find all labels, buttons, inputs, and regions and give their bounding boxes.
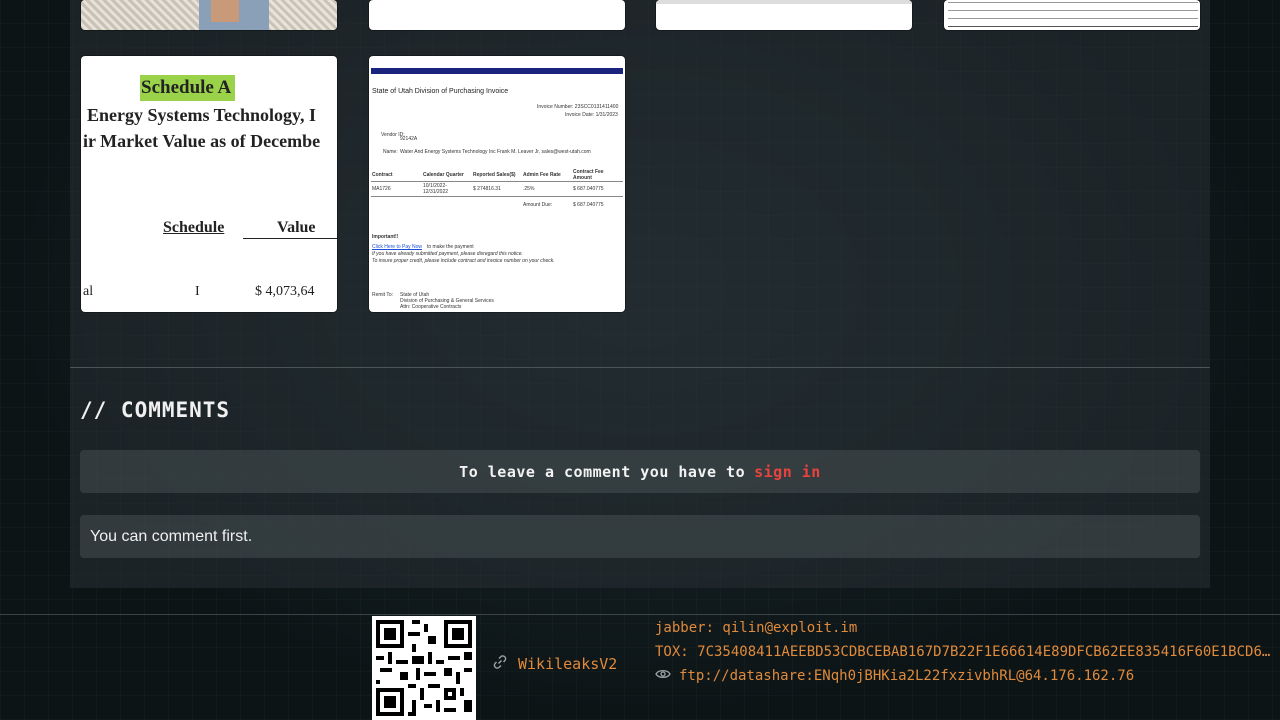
thumbnail-financial-statement[interactable]: [944, 0, 1200, 30]
schedule-row-value: $ 4,073,64: [255, 284, 315, 299]
invoice-note-1: If you have already submitted payment, p…: [372, 251, 523, 257]
ftp-contact[interactable]: ftp://datashare:ENqh0jBHKia2L22fxzivbhRL…: [655, 668, 1134, 684]
thumbnail-document[interactable]: [656, 0, 912, 30]
signin-prefix: To leave a comment you have to: [459, 462, 746, 481]
schedule-heading: Schedule A: [141, 77, 232, 98]
thumbnail-photo[interactable]: [81, 0, 337, 30]
jabber-contact[interactable]: jabber: qilin@exploit.im: [655, 620, 857, 636]
thumbnail-document[interactable]: [369, 0, 625, 30]
invoice-th-fee: Contract Fee Amount: [573, 169, 604, 181]
empty-comments-notice: You can comment first.: [80, 515, 1200, 558]
invoice-th-quarter: Calendar Quarter: [423, 172, 464, 178]
section-divider: [70, 367, 1210, 368]
invoice-remit-3: Attn: Cooperative Contracts: [400, 304, 462, 310]
signin-link[interactable]: sign in: [754, 463, 821, 481]
comments-title: // COMMENTS: [80, 398, 231, 422]
invoice-important: Important!!: [372, 234, 399, 240]
invoice-amount-due: $ 687.040775: [573, 202, 604, 208]
invoice-header-bar: [371, 68, 623, 74]
footer-divider: [0, 614, 1280, 615]
schedule-col-value: Value: [277, 219, 316, 236]
schedule-line-1: Energy Systems Technology, I: [87, 105, 317, 125]
invoice-sales: $ 274816.31: [473, 186, 501, 192]
ftp-address: ftp://datashare:ENqh0jBHKia2L22fxzivbhRL…: [679, 668, 1135, 684]
invoice-th-sales: Reported Sales($): [473, 172, 516, 178]
invoice-date: Invoice Date: 1/31/2023: [565, 112, 618, 118]
thumbnail-schedule-a[interactable]: Schedule A Energy Systems Technology, I …: [81, 56, 337, 312]
invoice-quarter: 10/1/2022-12/31/2022: [423, 183, 449, 195]
schedule-col-schedule: Schedule: [163, 219, 225, 236]
schedule-underline: [243, 238, 337, 239]
invoice-remit-label: Remit To:: [372, 292, 394, 298]
invoice-number: Invoice Number: 23SCC0131411400: [537, 104, 619, 110]
schedule-row-label: al: [83, 284, 94, 299]
tox-contact[interactable]: TOX: 7C35408411AEEBD53CDBCEBAB167D7B22F1…: [655, 644, 1275, 660]
invoice-pay-link: Click Here to Pay Now: [372, 244, 423, 250]
invoice-contract: MA1726: [372, 186, 391, 192]
invoice-rate: .25%: [523, 186, 535, 192]
invoice-vendor-id: 92142A: [400, 136, 418, 142]
eye-icon: [655, 668, 671, 684]
wikileaks-link[interactable]: WikileaksV2: [492, 654, 617, 674]
invoice-note-2: To insure proper credit, please include …: [372, 258, 555, 264]
empty-comments-text: You can comment first.: [90, 527, 253, 545]
invoice-pay-rest: to make the payment: [427, 244, 474, 250]
invoice-th-rate: Admin Fee Rate: [523, 172, 561, 178]
qr-code: [372, 616, 476, 720]
link-icon: [492, 654, 508, 674]
invoice-title: State of Utah Division of Purchasing Inv…: [372, 88, 509, 95]
invoice-amount-due-label: Amount Due:: [523, 202, 553, 208]
invoice-name-value: Water And Energy Systems Technology Inc …: [400, 149, 591, 155]
schedule-line-2: ir Market Value as of Decembe: [83, 131, 321, 151]
invoice-fee: $ 687.040775: [573, 186, 604, 192]
wikileaks-label: WikileaksV2: [518, 655, 618, 673]
qr-code-graphic: [372, 616, 476, 720]
thumbnail-invoice[interactable]: State of Utah Division of Purchasing Inv…: [369, 56, 625, 312]
invoice-name-label: Name:: [383, 149, 398, 155]
invoice-th-contract: Contract: [372, 172, 393, 178]
signin-prompt: To leave a comment you have to sign in: [80, 450, 1200, 493]
schedule-row-sched: I: [195, 284, 200, 299]
